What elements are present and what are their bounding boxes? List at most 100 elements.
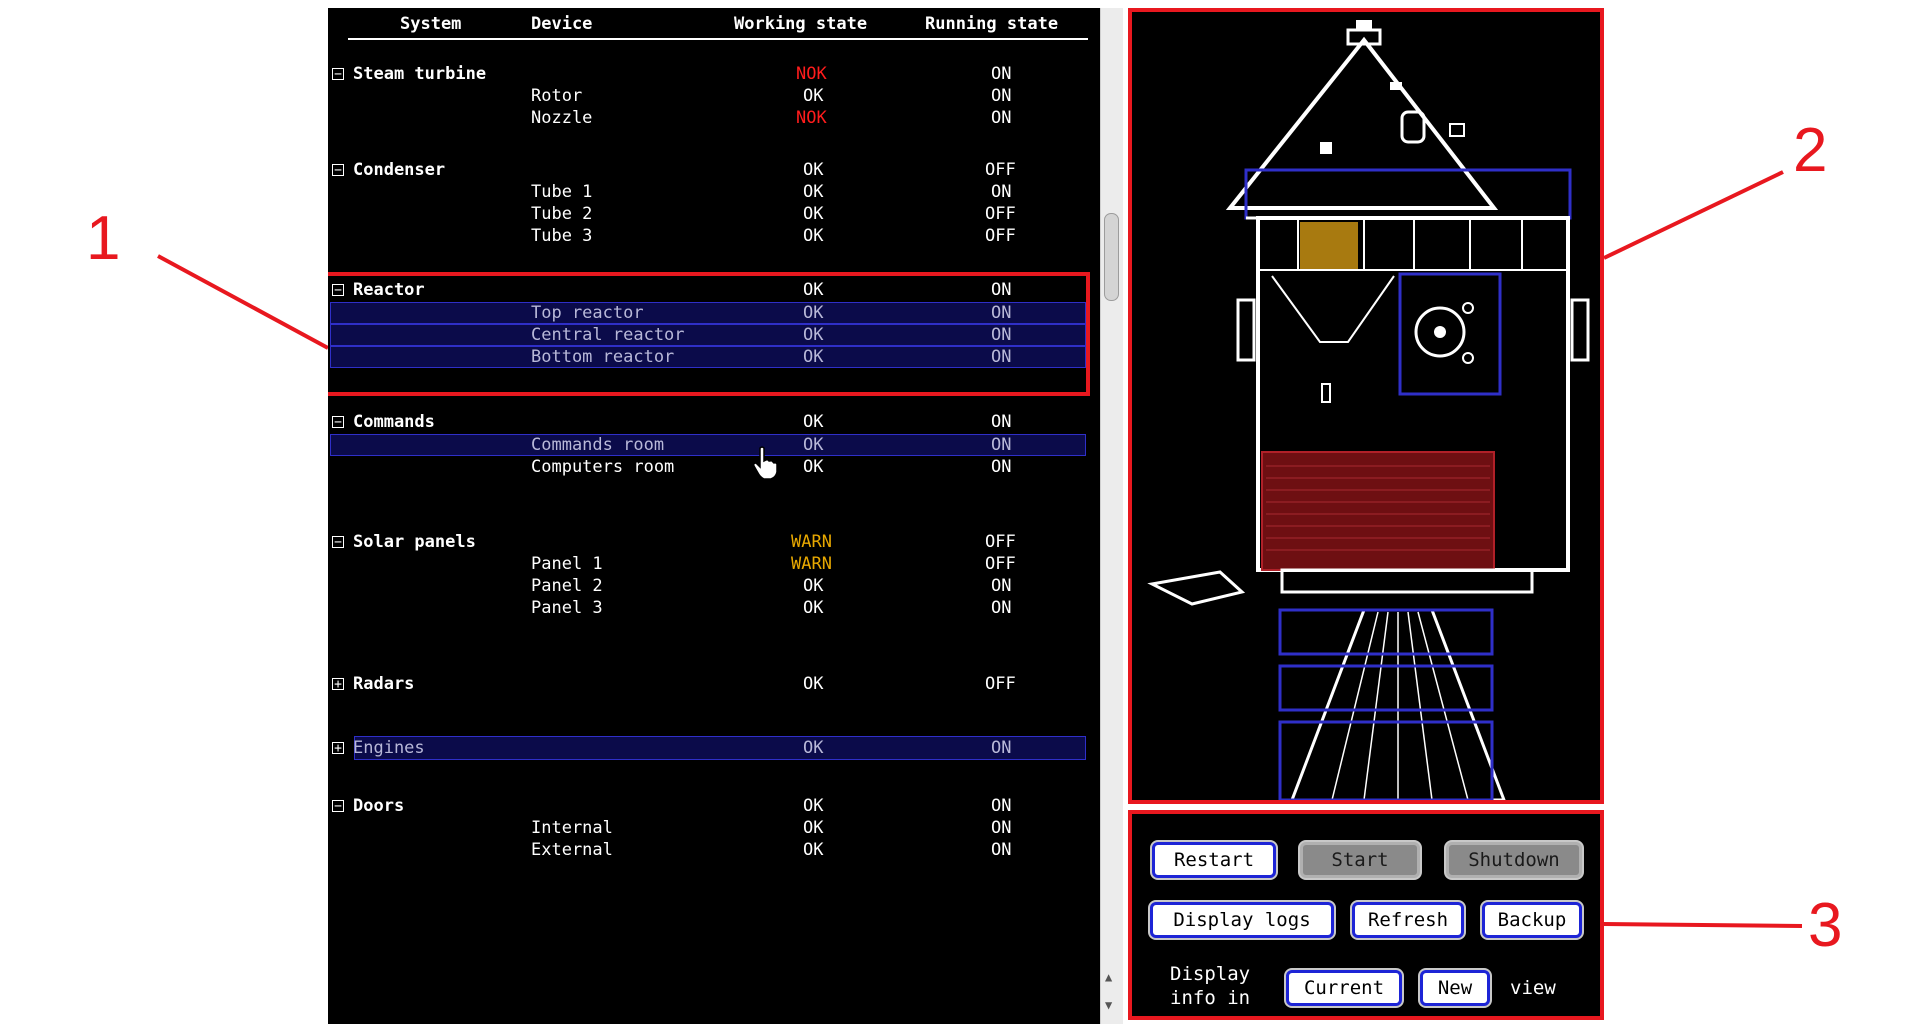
collapse-toggle-icon[interactable]: − (332, 536, 344, 549)
reactor-annotation-box (328, 272, 1090, 396)
running-state: OFF (985, 674, 1016, 694)
display-logs-button[interactable]: Display logs (1150, 902, 1334, 938)
running-state: ON (991, 182, 1012, 202)
new-view-button[interactable]: New (1420, 970, 1490, 1006)
device-name[interactable]: Panel 1 (531, 554, 603, 574)
row-highlight-commands-room (330, 434, 1086, 456)
running-state: ON (991, 840, 1012, 860)
working-state: OK (803, 160, 824, 180)
working-state: OK (803, 738, 824, 758)
working-state: OK (803, 796, 824, 816)
header-divider (348, 38, 1088, 40)
collapse-toggle-icon[interactable]: − (332, 164, 344, 177)
capsule-port (1449, 123, 1465, 137)
running-state: ON (991, 86, 1012, 106)
working-state: WARN (791, 554, 832, 574)
device-name[interactable]: Computers room (531, 457, 674, 477)
zone-highlight-top (1244, 168, 1572, 220)
running-state: ON (991, 738, 1012, 758)
system-name[interactable]: Engines (353, 738, 425, 758)
working-state: NOK (796, 108, 827, 128)
refresh-button[interactable]: Refresh (1352, 902, 1464, 938)
device-name[interactable]: Panel 3 (531, 598, 603, 618)
running-state: ON (991, 457, 1012, 477)
running-state: OFF (985, 204, 1016, 224)
system-name[interactable]: Steam turbine (353, 64, 486, 84)
system-name[interactable]: Doors (353, 796, 404, 816)
header-working-state: Working state (734, 14, 868, 34)
working-state: OK (803, 204, 824, 224)
working-state: OK (803, 86, 824, 106)
shutdown-button[interactable]: Shutdown (1446, 842, 1582, 878)
running-state: ON (991, 435, 1012, 455)
working-state: OK (803, 598, 824, 618)
inner-funnel (1271, 275, 1395, 343)
current-view-button[interactable]: Current (1286, 970, 1402, 1006)
system-name[interactable]: Radars (353, 674, 414, 694)
device-name[interactable]: Tube 2 (531, 204, 592, 224)
capsule-tip-cap (1356, 20, 1372, 30)
running-state: ON (991, 64, 1012, 84)
device-name[interactable]: Internal (531, 818, 613, 838)
running-state: OFF (985, 226, 1016, 246)
control-panel: Restart Start Shutdown Display logs Refr… (1128, 810, 1604, 1020)
vertical-scrollbar[interactable]: ▲ ▼ (1100, 8, 1123, 1024)
collapse-toggle-icon[interactable]: − (332, 68, 344, 81)
working-state: OK (803, 818, 824, 838)
expand-toggle-icon[interactable]: + (332, 742, 344, 755)
backup-button[interactable]: Backup (1482, 902, 1582, 938)
running-state: OFF (985, 554, 1016, 574)
start-button[interactable]: Start (1300, 842, 1420, 878)
header-system: System (400, 14, 462, 34)
scrollbar-thumb[interactable] (1104, 213, 1119, 301)
rcs-thruster-pod (1147, 570, 1246, 606)
working-state: NOK (796, 64, 827, 84)
restart-button[interactable]: Restart (1152, 842, 1276, 878)
display-info-label: Display info in (1170, 963, 1251, 1009)
collapse-toggle-icon[interactable]: − (332, 416, 344, 429)
system-name[interactable]: Solar panels (353, 532, 476, 552)
row-highlight-engines (354, 736, 1086, 760)
working-state: OK (803, 840, 824, 860)
zone-highlight-amber (1300, 222, 1358, 270)
running-state: ON (991, 412, 1012, 432)
running-state: OFF (985, 160, 1016, 180)
device-name[interactable]: External (531, 840, 613, 860)
working-state: OK (803, 226, 824, 246)
running-state: ON (991, 818, 1012, 838)
device-name[interactable]: Nozzle (531, 108, 592, 128)
system-name[interactable]: Commands (353, 412, 435, 432)
scroll-up-arrow-icon[interactable]: ▲ (1105, 970, 1112, 984)
device-name[interactable]: Rotor (531, 86, 582, 106)
working-state: WARN (791, 532, 832, 552)
running-state: ON (991, 576, 1012, 596)
working-state: OK (803, 182, 824, 202)
header-running-state: Running state (925, 14, 1059, 34)
system-status-table: System Device Working state Running stat… (328, 8, 1100, 1024)
fan-hub (1434, 326, 1446, 338)
working-state: OK (803, 435, 824, 455)
working-state: OK (803, 457, 824, 477)
device-name[interactable]: Tube 3 (531, 226, 592, 246)
zone-highlight-red (1261, 451, 1495, 571)
side-antenna-right (1570, 298, 1590, 362)
working-state: OK (803, 412, 824, 432)
running-state: ON (991, 598, 1012, 618)
device-name[interactable]: Commands room (531, 435, 664, 455)
capsule-window (1390, 82, 1402, 90)
expand-toggle-icon[interactable]: + (332, 678, 344, 691)
collapse-toggle-icon[interactable]: − (332, 800, 344, 813)
zone-highlight-nozzle-3 (1278, 720, 1494, 800)
hand-pointer-icon (753, 446, 778, 480)
system-name[interactable]: Condenser (353, 160, 445, 180)
view-label: view (1510, 977, 1556, 999)
working-state: OK (803, 674, 824, 694)
device-name[interactable]: Tube 1 (531, 182, 592, 202)
gauge-icon (1462, 302, 1474, 314)
spacecraft-schematic (1147, 20, 1590, 800)
device-name[interactable]: Panel 2 (531, 576, 603, 596)
module-base-ring (1280, 568, 1534, 594)
scroll-down-arrow-icon[interactable]: ▼ (1105, 998, 1112, 1012)
running-state: ON (991, 796, 1012, 816)
working-state: OK (803, 576, 824, 596)
